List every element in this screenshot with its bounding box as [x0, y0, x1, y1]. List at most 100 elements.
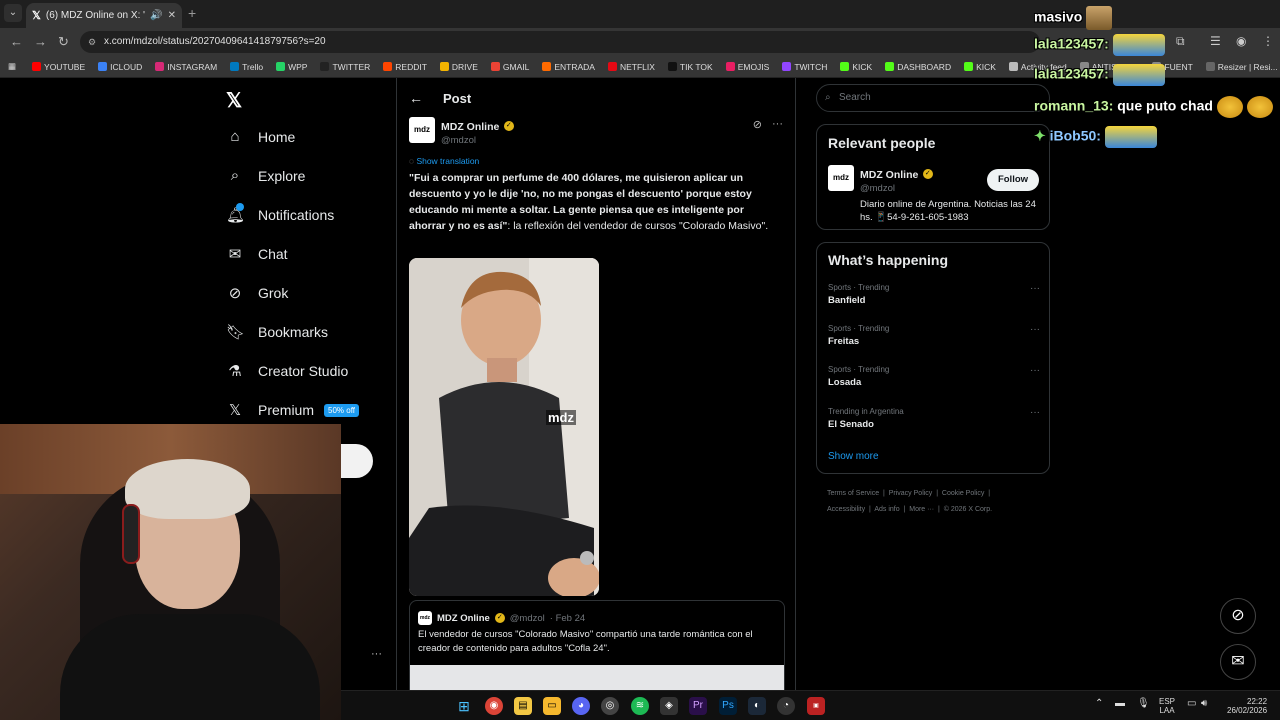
back-icon[interactable]: ←: [10, 34, 23, 49]
bookmark-item[interactable]: NETFLIX: [607, 62, 655, 72]
whats-happening-box: What’s happening Sports · Trending Banfi…: [816, 242, 1050, 474]
footer-cookie-link[interactable]: Cookie Policy: [942, 490, 984, 497]
app-icon[interactable]: ▣: [807, 697, 825, 715]
file-explorer-icon[interactable]: ▭: [543, 697, 561, 715]
app-icon[interactable]: ◔: [777, 697, 795, 715]
show-more-link[interactable]: Show more: [828, 451, 879, 462]
bookmark-item[interactable]: YOUTUBE: [32, 62, 85, 72]
nav-grok[interactable]: ⊘ Grok: [226, 284, 289, 302]
tray-overflow-icon[interactable]: ⌃: [1095, 699, 1103, 709]
relevant-person-info[interactable]: MDZ Online ✓ @mdzol: [860, 165, 933, 194]
sticky-notes-icon[interactable]: ▤: [514, 697, 532, 715]
trend-more-icon[interactable]: ···: [1030, 283, 1040, 294]
bookmark-item[interactable]: GMAIL: [490, 61, 530, 72]
post-more-icon[interactable]: ···: [772, 118, 783, 131]
apps-icon[interactable]: ▦: [8, 61, 16, 72]
show-translation-link[interactable]: ◌ Show translation: [409, 156, 479, 166]
network-icon[interactable]: ▭: [1187, 699, 1196, 709]
trend-item[interactable]: Sports · Trending Losada ···: [828, 365, 1040, 388]
bookmark-item[interactable]: KICK: [840, 62, 872, 72]
profile-icon[interactable]: ◉: [1236, 34, 1246, 48]
app-icon[interactable]: ◈: [660, 697, 678, 715]
trend-more-icon[interactable]: ···: [1030, 407, 1040, 418]
reading-list-icon[interactable]: ☰: [1210, 34, 1221, 48]
nav-chat[interactable]: ✉ Chat: [226, 245, 288, 263]
microphone-icon[interactable]: 🎙︎: [1137, 699, 1150, 709]
grok-fab-icon[interactable]: ⊘: [1220, 598, 1256, 634]
extensions-icon[interactable]: ⧉: [1176, 34, 1185, 49]
photoshop-icon[interactable]: Ps: [719, 697, 737, 715]
footer-accessibility-link[interactable]: Accessibility: [827, 506, 865, 513]
bookmark-item[interactable]: DRIVE: [439, 62, 478, 72]
nav-explore[interactable]: ⌕ Explore: [226, 167, 306, 184]
footer-privacy-link[interactable]: Privacy Policy: [889, 490, 933, 497]
tray-app-icon[interactable]: ▬: [1115, 699, 1125, 709]
grok-explain-icon[interactable]: ⊘: [753, 118, 762, 131]
bookmark-item[interactable]: ICLOUD: [98, 62, 142, 72]
premiere-icon[interactable]: Pr: [689, 697, 707, 715]
footer-more-link[interactable]: More ···: [909, 506, 934, 513]
search-input[interactable]: ⌕ Search: [816, 84, 1050, 112]
mail-icon: ✉: [228, 246, 242, 263]
post-author[interactable]: mdz MDZ Online ✓ @mdzol: [409, 117, 514, 146]
author-handle[interactable]: @mdzol: [441, 135, 514, 146]
trend-item[interactable]: Sports · Trending Banfield ···: [828, 283, 1040, 306]
bookmark-item[interactable]: TWITCH: [782, 62, 827, 72]
quoted-post[interactable]: mdz MDZ Online ✓ @mdzol · Feb 24 El vend…: [409, 600, 785, 700]
account-more-icon[interactable]: ···: [371, 648, 382, 660]
nav-bookmarks[interactable]: 🔖︎ Bookmarks: [226, 323, 328, 341]
webcam-person-hair: [125, 459, 250, 519]
site-info-icon[interactable]: ⚙: [88, 31, 96, 53]
new-tab-icon[interactable]: +: [188, 5, 196, 21]
footer-terms-link[interactable]: Terms of Service: [827, 490, 879, 497]
speaker-icon[interactable]: 🔊: [150, 10, 162, 21]
follow-button[interactable]: Follow: [987, 169, 1039, 191]
back-arrow-icon[interactable]: ←: [409, 90, 423, 106]
bookmark-item[interactable]: INSTAGRAM: [155, 62, 217, 72]
bookmark-item[interactable]: TWITTER: [320, 62, 370, 72]
bookmark-item[interactable]: WPP: [276, 62, 307, 72]
bookmark-item[interactable]: KICK: [964, 62, 996, 72]
windows-start-icon[interactable]: ⊞: [455, 697, 473, 715]
close-tab-icon[interactable]: ✕: [168, 10, 176, 21]
footer-ads-link[interactable]: Ads info: [874, 506, 899, 513]
x-logo-icon[interactable]: 𝕏: [226, 88, 242, 113]
reload-icon[interactable]: ↻: [58, 34, 69, 50]
tab-search-icon[interactable]: ⌄: [4, 4, 22, 22]
nav-home[interactable]: ⌂ Home: [226, 128, 295, 145]
volume-icon[interactable]: 🔊︎: [1201, 699, 1207, 709]
spotify-icon[interactable]: ≋: [631, 697, 649, 715]
language-indicator[interactable]: ESP LAA: [1159, 697, 1175, 715]
post-video[interactable]: mdz: [409, 258, 599, 596]
chrome-icon[interactable]: ◉: [485, 697, 503, 715]
trend-more-icon[interactable]: ···: [1030, 324, 1040, 335]
author-name[interactable]: MDZ Online: [441, 121, 499, 133]
trend-item[interactable]: Sports · Trending Freitas ···: [828, 324, 1040, 347]
clock[interactable]: 22:22 26/02/2026: [1227, 697, 1267, 715]
browser-tab[interactable]: 𝕏 (6) MDZ Online on X: ""Fui 🔊 ✕: [26, 3, 182, 28]
post-header: ← Post: [409, 90, 471, 106]
menu-icon[interactable]: ⋮: [1262, 34, 1274, 48]
messages-fab-icon[interactable]: ✉: [1220, 644, 1256, 680]
nav-premium[interactable]: 𝕏 Premium 50% off: [226, 401, 359, 419]
forward-icon[interactable]: →: [34, 34, 47, 49]
url-field[interactable]: ⚙ x.com/mdzol/status/2027040964141879756…: [80, 31, 1040, 53]
trend-more-icon[interactable]: ···: [1030, 365, 1040, 376]
obs-icon[interactable]: ◎: [601, 697, 619, 715]
bookmark-item[interactable]: DASHBOARD: [885, 62, 951, 72]
discord-icon[interactable]: ◕: [572, 697, 590, 715]
steam-icon[interactable]: ◐: [748, 697, 766, 715]
author-avatar[interactable]: mdz: [409, 117, 435, 143]
bookmark-item[interactable]: Resizer | Resi...: [1205, 62, 1278, 72]
nav-creator-studio[interactable]: ⚗ Creator Studio: [226, 362, 348, 380]
nav-notifications[interactable]: 🔔︎ Notifications: [226, 203, 334, 224]
quoted-author-name[interactable]: MDZ Online: [437, 613, 490, 624]
bookmark-item[interactable]: TIK TOK: [667, 62, 713, 72]
bookmark-item[interactable]: Trello: [230, 62, 263, 72]
bookmark-item[interactable]: ENTRADA: [542, 62, 595, 72]
bookmark-item[interactable]: EMOJIS: [725, 62, 769, 72]
bookmark-label: GMAIL: [502, 61, 530, 72]
trend-item[interactable]: Trending in Argentina El Senado ···: [828, 407, 1040, 430]
relevant-person-avatar[interactable]: mdz: [828, 165, 854, 191]
bookmark-item[interactable]: REDDIT: [383, 62, 427, 72]
